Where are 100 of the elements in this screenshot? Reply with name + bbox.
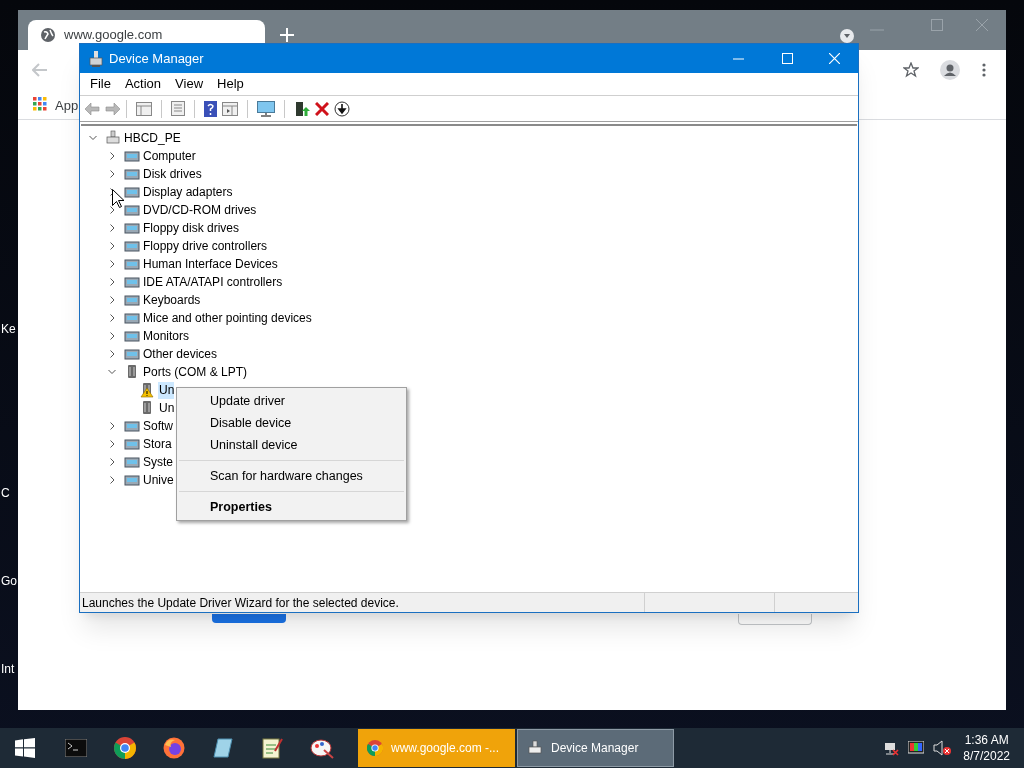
tree-item[interactable]: DVD/CD-ROM drives (143, 201, 257, 219)
menu-icon[interactable] (982, 63, 986, 77)
device-icon (124, 418, 140, 434)
menu-item[interactable]: File (84, 74, 117, 94)
expand-icon[interactable] (108, 260, 116, 268)
app-icon[interactable] (212, 737, 234, 759)
device-icon (124, 310, 140, 326)
properties-icon[interactable] (171, 101, 185, 116)
computer-icon (105, 130, 121, 146)
menu-item[interactable]: Uninstall device (177, 434, 406, 456)
new-tab-icon[interactable] (280, 28, 294, 42)
expand-icon[interactable] (108, 152, 116, 160)
tree-item[interactable]: Disk drives (143, 165, 202, 183)
update-driver-icon[interactable] (294, 100, 310, 117)
menu-item[interactable]: View (169, 74, 210, 94)
bookmark-link[interactable]: App (55, 96, 79, 116)
tree-item[interactable]: Stora (143, 435, 172, 453)
download-icon[interactable] (334, 100, 350, 117)
action-pane-icon[interactable] (222, 101, 238, 116)
desktop-icon-label[interactable]: C (1, 484, 10, 502)
device-icon (124, 328, 140, 344)
menu-item[interactable]: Update driver (177, 390, 406, 412)
apps-icon[interactable] (33, 97, 47, 111)
profile-icon[interactable] (940, 60, 960, 80)
window-title: Device Manager (109, 49, 204, 68)
expand-icon[interactable] (108, 170, 116, 178)
device-icon (124, 256, 140, 272)
expand-icon[interactable] (108, 242, 116, 250)
tree-item[interactable]: Un (158, 381, 175, 399)
tree-item[interactable]: Keyboards (143, 291, 201, 309)
console-tree-icon[interactable] (136, 101, 152, 116)
taskbar-button[interactable]: Device Manager (517, 729, 674, 767)
expand-icon[interactable] (108, 422, 116, 430)
tree-item[interactable]: Ports (COM & LPT) (143, 363, 247, 381)
tab-title: www.google.com (64, 26, 163, 45)
tree-item[interactable]: Mice and other pointing devices (143, 309, 312, 327)
expand-icon[interactable] (108, 278, 116, 286)
status-text: Launches the Update Driver Wizard for the selected device. (81, 595, 400, 612)
paint-icon[interactable] (310, 737, 334, 759)
volume-muted-icon[interactable] (933, 740, 952, 756)
menu-item[interactable]: Disable device (177, 412, 406, 434)
device-icon (124, 472, 140, 488)
network-icon[interactable] (883, 740, 900, 756)
desktop-icon-label[interactable]: Go (1, 572, 17, 590)
device-manager-icon (89, 50, 103, 67)
chrome-icon (367, 740, 383, 756)
device-icon (124, 238, 140, 254)
star-icon[interactable] (903, 62, 919, 78)
tree-item[interactable]: Unive (143, 471, 174, 489)
tree-item[interactable]: Monitors (143, 327, 189, 345)
tree-item[interactable]: Floppy disk drives (143, 219, 240, 237)
device-icon (124, 148, 140, 164)
start-icon[interactable] (15, 738, 35, 758)
expand-icon[interactable] (108, 332, 116, 340)
tree-item[interactable]: IDE ATA/ATAPI controllers (143, 273, 283, 291)
expand-icon[interactable] (108, 296, 116, 304)
clock-time[interactable]: 1:36 AM (964, 732, 1009, 748)
menu-item[interactable]: Properties (177, 496, 406, 518)
tree-item[interactable]: HBCD_PE (124, 129, 181, 147)
clock-date[interactable]: 8/7/2022 (963, 748, 1010, 764)
tree-item[interactable]: Softw (143, 417, 173, 435)
device-icon (124, 202, 140, 218)
monitor-icon[interactable] (257, 100, 275, 117)
display-icon[interactable] (908, 740, 925, 756)
menu-item[interactable]: Help (211, 74, 250, 94)
device-icon (124, 346, 140, 362)
help-icon[interactable] (204, 100, 217, 117)
tree-item[interactable]: Other devices (143, 345, 218, 363)
expand-icon[interactable] (108, 350, 116, 358)
delete-icon[interactable] (315, 101, 329, 116)
expand-icon[interactable] (108, 440, 116, 448)
device-icon (124, 292, 140, 308)
expand-icon[interactable] (108, 476, 116, 484)
desktop-icon-label[interactable]: Ke (1, 320, 16, 338)
device-icon (124, 454, 140, 470)
expand-icon[interactable] (108, 314, 116, 322)
desktop-icon-label[interactable]: Int (1, 660, 15, 678)
menu-item[interactable]: Action (118, 74, 168, 94)
tree-item[interactable]: Floppy drive controllers (143, 237, 268, 255)
menu-item[interactable]: Scan for hardware changes (177, 465, 406, 487)
chrome-icon[interactable] (114, 737, 136, 759)
tree-item[interactable]: Human Interface Devices (143, 255, 278, 273)
cursor-icon (112, 189, 124, 208)
tree-item[interactable]: Display adapters (143, 183, 233, 201)
device-icon (124, 436, 140, 452)
device-icon (124, 274, 140, 290)
device-icon (124, 184, 140, 200)
terminal-icon[interactable] (65, 739, 87, 757)
device-manager-icon (527, 740, 543, 756)
dropdown-icon[interactable] (839, 28, 855, 44)
tree-item[interactable]: Computer (143, 147, 196, 165)
tree-item[interactable]: Syste (143, 453, 173, 471)
notepad-icon[interactable] (261, 737, 283, 759)
device-icon (124, 220, 140, 236)
firefox-icon[interactable] (163, 737, 185, 759)
expand-icon[interactable] (108, 458, 116, 466)
tree-item[interactable]: Un (158, 399, 175, 417)
expand-icon[interactable] (108, 206, 116, 214)
expand-icon[interactable] (108, 224, 116, 232)
device-icon (124, 166, 140, 182)
